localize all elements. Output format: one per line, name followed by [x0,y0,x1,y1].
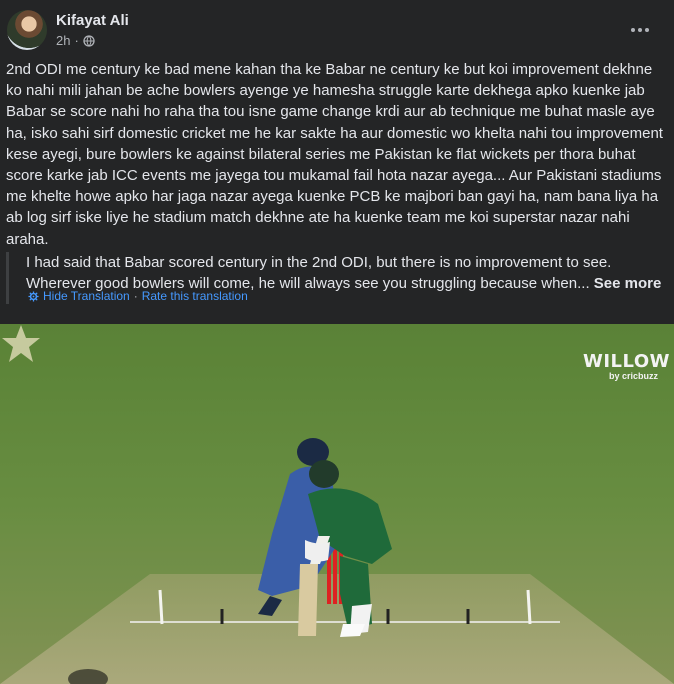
post-time[interactable]: 2h [56,33,70,48]
translation-links: Hide Translation · Rate this translation [28,289,248,303]
globe-icon[interactable] [83,34,95,47]
video-frame [0,324,674,684]
broadcaster-subtitle: by cricbuzz [608,371,658,381]
video-player[interactable]: WILLOW by cricbuzz [0,324,674,684]
author-avatar[interactable] [7,10,47,50]
broadcaster-watermark: WILLOW [582,351,670,372]
post-header: Kifayat Ali 2h · [0,0,674,60]
post-meta: 2h · [56,33,95,48]
hide-translation-link[interactable]: Hide Translation [43,289,130,303]
rate-translation-link[interactable]: Rate this translation [142,289,248,303]
post-text: 2nd ODI me century ke bad mene kahan tha… [6,61,663,248]
see-more-link[interactable]: See more [594,275,662,292]
meta-separator: · [74,33,79,48]
facebook-post: Kifayat Ali 2h · 2nd ODI me century ke b… [0,0,674,684]
translation-separator: · [133,289,138,303]
more-options-icon[interactable] [628,18,652,42]
author-name[interactable]: Kifayat Ali [56,12,129,29]
pcb-star-logo [2,325,40,362]
translated-text: I had said that Babar scored century in … [26,254,612,293]
gear-icon [28,290,39,302]
